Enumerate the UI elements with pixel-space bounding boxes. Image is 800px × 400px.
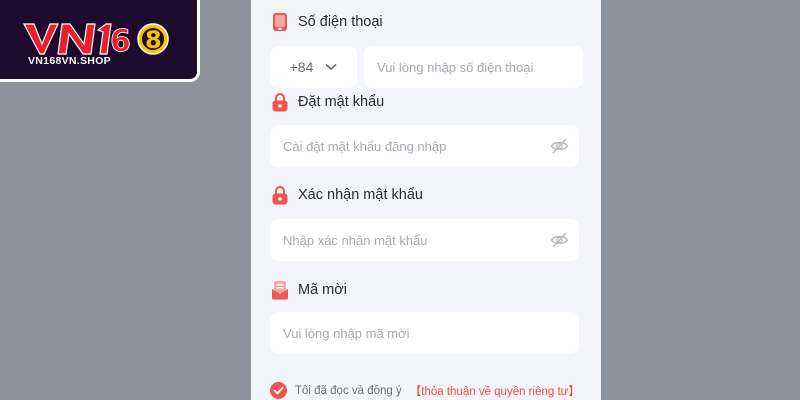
- invite-code-label: Mã mời: [271, 280, 347, 300]
- privacy-policy-link[interactable]: 【thỏa thuận về quyền riêng tư】: [410, 383, 580, 399]
- lock-icon: [272, 186, 288, 205]
- brand-url: VN168VN.SHOP: [28, 55, 111, 67]
- invite-code-label-text: Mã mời: [298, 282, 347, 298]
- country-code-select[interactable]: +84: [270, 46, 357, 88]
- svg-text:6: 6: [110, 24, 131, 59]
- password-label-text: Đặt mật khẩu: [298, 94, 385, 110]
- eye-off-icon[interactable]: [550, 231, 569, 249]
- confirm-password-input[interactable]: Nhập xác nhận mật khẩu: [270, 219, 579, 261]
- eye-off-icon[interactable]: [550, 137, 569, 155]
- confirm-password-label-text: Xác nhận mật khẩu: [298, 187, 423, 203]
- invite-code-placeholder: Vui lòng nhập mã mời: [283, 325, 410, 341]
- chevron-down-icon: [325, 63, 337, 71]
- privacy-consent: Tôi đã đọc và đồng ý 【thỏa thuận về quyề…: [270, 382, 580, 399]
- registration-form: Số điện thoại +84 Vui lòng nhập số điện …: [251, 0, 601, 400]
- password-input[interactable]: Cài đặt mật khẩu đăng nhập: [270, 125, 579, 167]
- invite-icon: [272, 281, 288, 300]
- password-placeholder: Cài đặt mật khẩu đăng nhập: [283, 138, 447, 154]
- invite-code-input[interactable]: Vui lòng nhập mã mời: [270, 312, 579, 354]
- lock-icon: [272, 93, 288, 112]
- svg-text:8: 8: [145, 26, 162, 54]
- phone-placeholder: Vui lòng nhập số điện thoại: [377, 59, 534, 75]
- confirm-password-label: Xác nhận mật khẩu: [271, 185, 423, 205]
- consent-text: Tôi đã đọc và đồng ý: [295, 384, 402, 397]
- brand-logo: 6 8: [23, 23, 169, 59]
- phone-icon: [273, 13, 287, 31]
- country-code-value: +84: [289, 59, 314, 75]
- password-label: Đặt mật khẩu: [271, 92, 384, 112]
- logo-banner: 6 8 VN168VN.SHOP: [0, 0, 200, 82]
- phone-input[interactable]: Vui lòng nhập số điện thoại: [364, 46, 583, 88]
- phone-label-text: Số điện thoại: [298, 14, 383, 30]
- checkbox-checked-icon[interactable]: [270, 382, 287, 399]
- confirm-password-placeholder: Nhập xác nhận mật khẩu: [283, 232, 428, 248]
- phone-label: Số điện thoại: [271, 12, 383, 32]
